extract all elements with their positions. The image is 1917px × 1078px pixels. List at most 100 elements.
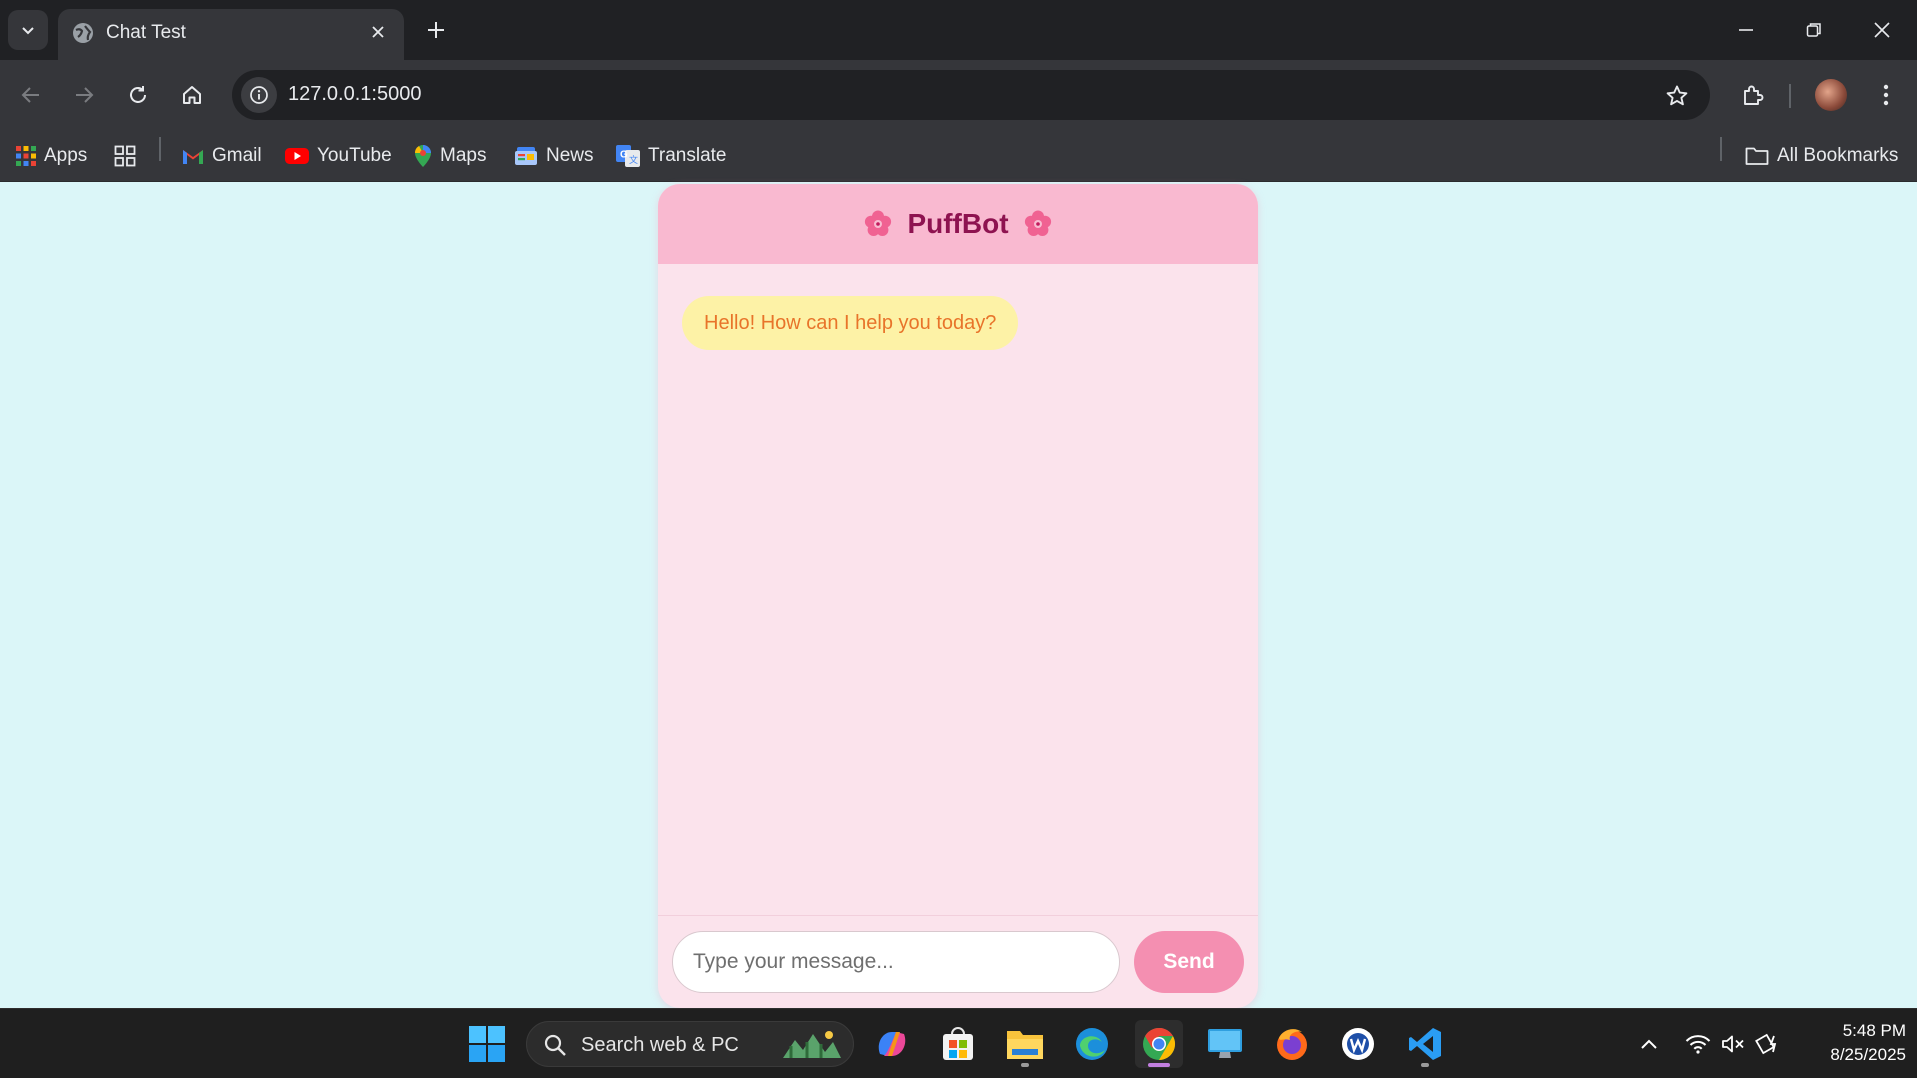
microsoft-store-app[interactable]: [934, 1020, 982, 1068]
puzzle-icon: [1744, 85, 1764, 105]
chevron-up-icon: [1641, 1039, 1657, 1049]
firefox-icon: [1277, 1029, 1307, 1060]
store-icon: [943, 1027, 973, 1060]
toolbar-divider: [1789, 84, 1791, 108]
copilot-app[interactable]: [868, 1020, 916, 1068]
chevron-down-icon: [22, 27, 34, 35]
bookmark-star-icon[interactable]: [1662, 81, 1692, 111]
volume-status[interactable]: [1716, 1009, 1750, 1078]
volume-muted-icon: [1722, 1035, 1744, 1053]
home-button[interactable]: [172, 75, 212, 115]
bookmark-label: Gmail: [212, 145, 262, 166]
monitor-icon: [1208, 1029, 1242, 1058]
battery-charging-icon: [1755, 1033, 1777, 1055]
close-icon: [1874, 22, 1890, 38]
show-hidden-icons-button[interactable]: [1634, 1009, 1664, 1078]
globe-icon: [73, 23, 93, 43]
folder-icon: [1007, 1031, 1043, 1059]
bookmark-label: Maps: [440, 145, 487, 166]
bookmark-label: Apps: [44, 145, 88, 166]
message-input[interactable]: [672, 931, 1120, 993]
bookmark-translate[interactable]: G文 Translate: [616, 141, 727, 171]
folder-icon: [1745, 147, 1769, 165]
plus-icon: [428, 22, 444, 38]
all-bookmarks-button[interactable]: All Bookmarks: [1745, 141, 1898, 171]
chat-input-bar: Send: [658, 915, 1258, 1008]
chrome-app[interactable]: [1135, 1020, 1183, 1068]
reload-button[interactable]: [118, 75, 158, 115]
message-list[interactable]: Hello! How can I help you today?: [658, 264, 1258, 915]
tab-strip: Chat Test: [0, 0, 1917, 60]
browser-menu-button[interactable]: [1866, 75, 1906, 115]
arrow-right-icon: [76, 87, 94, 103]
running-indicator: [1021, 1063, 1029, 1067]
bot-message: Hello! How can I help you today?: [682, 296, 1019, 350]
file-explorer-app[interactable]: [1001, 1020, 1049, 1068]
home-icon: [183, 86, 201, 104]
bookmark-apps[interactable]: Apps: [16, 141, 87, 171]
browser-toolbar: 127.0.0.1:5000: [0, 60, 1917, 130]
apps-grid-icon: [16, 146, 36, 166]
youtube-icon: [285, 148, 309, 164]
close-tab-icon[interactable]: [366, 20, 390, 44]
writing-app-icon: [1342, 1028, 1374, 1060]
tab-chat-test[interactable]: Chat Test: [58, 9, 404, 60]
news-icon: [515, 147, 537, 165]
firefox-app[interactable]: [1268, 1020, 1316, 1068]
clock-date: 8/25/2025: [1830, 1045, 1906, 1064]
back-button[interactable]: [11, 75, 51, 115]
landscape-illustration-icon: [783, 1031, 841, 1058]
battery-status[interactable]: [1750, 1009, 1786, 1078]
tab-title: Chat Test: [106, 22, 186, 43]
close-window-button[interactable]: [1862, 12, 1902, 48]
url-text[interactable]: 127.0.0.1:5000: [288, 83, 421, 106]
taskbar-search[interactable]: Search web & PC: [526, 1021, 854, 1067]
profile-avatar[interactable]: [1815, 79, 1847, 111]
chat-title: PuffBot: [907, 208, 1009, 239]
address-bar[interactable]: 127.0.0.1:5000: [232, 70, 1710, 120]
bookmark-gmail[interactable]: Gmail: [182, 141, 262, 171]
reload-icon: [130, 86, 146, 103]
wifi-icon: [1685, 1035, 1711, 1054]
bookmark-label: News: [546, 145, 594, 166]
forward-button[interactable]: [64, 75, 104, 115]
bookmark-label: Translate: [648, 145, 727, 166]
active-indicator: [1148, 1063, 1170, 1067]
all-bookmarks-label: All Bookmarks: [1777, 145, 1899, 166]
minimize-icon: [1739, 29, 1753, 31]
arrow-left-icon: [21, 87, 39, 103]
chat-window: PuffBot Hello! How can I help you today?…: [658, 184, 1258, 1008]
bookmark-maps[interactable]: Maps: [414, 141, 486, 171]
copilot-icon: [878, 1032, 906, 1056]
send-button[interactable]: Send: [1134, 931, 1244, 993]
network-status[interactable]: [1680, 1009, 1716, 1078]
remote-desktop-app[interactable]: [1201, 1020, 1249, 1068]
start-button[interactable]: [463, 1020, 511, 1068]
translate-icon: G文: [616, 145, 640, 167]
wordpad-app[interactable]: [1334, 1020, 1382, 1068]
bookmark-label: YouTube: [317, 145, 392, 166]
bookmarks-bar: Apps Gmail YouTube Maps News G文 Translat…: [0, 130, 1917, 182]
edge-app[interactable]: [1068, 1020, 1116, 1068]
maps-icon: [414, 145, 431, 167]
site-info-icon[interactable]: [241, 77, 277, 113]
edge-icon: [1076, 1028, 1108, 1060]
system-clock[interactable]: 5:48 PM 8/25/2025: [1796, 1019, 1906, 1067]
new-tab-button[interactable]: [420, 14, 452, 46]
bookmarks-divider: [1720, 137, 1722, 161]
restore-button[interactable]: [1794, 12, 1834, 48]
bookmark-youtube[interactable]: YouTube: [285, 141, 392, 171]
bookmark-news[interactable]: News: [514, 141, 594, 171]
extensions-button[interactable]: [1733, 75, 1773, 115]
vscode-app[interactable]: [1401, 1020, 1449, 1068]
tab-groups-button[interactable]: [114, 141, 136, 171]
search-icon: [544, 1034, 566, 1056]
svg-text:文: 文: [629, 154, 638, 165]
bookmarks-divider: [159, 137, 161, 161]
chrome-icon: [1143, 1028, 1176, 1060]
minimize-button[interactable]: [1726, 12, 1766, 48]
grid-icon: [114, 145, 136, 167]
search-label: Search web & PC: [581, 1034, 739, 1056]
cherry-blossom-icon: [1024, 210, 1051, 236]
tab-search-button[interactable]: [8, 10, 48, 50]
